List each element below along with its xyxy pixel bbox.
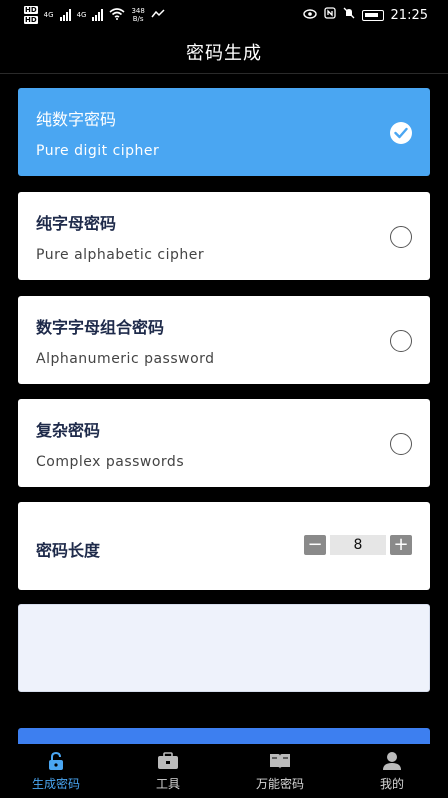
hd-badge-2: HD (24, 16, 38, 24)
clock: 21:25 (390, 7, 428, 23)
usb-icon (151, 8, 165, 22)
status-left: HD HD 4G 4G 348 B/s (24, 5, 165, 25)
radio-icon[interactable] (390, 330, 412, 352)
network-speed: 348 B/s (131, 7, 145, 23)
net-label-2: 4G (76, 11, 87, 19)
option-subtitle: Alphanumeric password (36, 351, 215, 367)
option-subtitle: Complex passwords (36, 454, 185, 470)
password-output[interactable] (18, 604, 430, 692)
hd-badges: HD HD (24, 5, 38, 25)
option-subtitle: Pure alphabetic cipher (36, 247, 205, 263)
mute-icon (343, 7, 355, 23)
signal-icon (59, 9, 71, 21)
tab-label: 生成密码 (31, 776, 80, 791)
tab-label: 万能密码 (255, 776, 304, 791)
option-title: 纯字母密码 (36, 214, 117, 233)
title-bar: 密码生成 (0, 30, 448, 74)
status-bar: HD HD 4G 4G 348 B/s 21:25 (0, 0, 448, 30)
battery-icon (361, 9, 384, 21)
radio-icon[interactable] (390, 226, 412, 248)
option-subtitle: Pure digit cipher (36, 143, 160, 159)
option-pure-digit[interactable]: 纯数字密码 Pure digit cipher (18, 88, 430, 176)
net-label-1: 4G (43, 11, 54, 19)
tab-label: 工具 (155, 776, 180, 791)
tab-tools[interactable]: 工具 (112, 744, 224, 798)
password-length-card: 密码长度 − 8 + (18, 502, 430, 590)
book-icon (269, 751, 291, 771)
decrement-button[interactable]: − (304, 535, 326, 555)
page-title: 密码生成 (186, 42, 262, 64)
tab-mine[interactable]: 我的 (336, 744, 448, 798)
option-title: 纯数字密码 (36, 110, 117, 129)
increment-button[interactable]: + (390, 535, 412, 555)
option-pure-alphabetic[interactable]: 纯字母密码 Pure alphabetic cipher (18, 192, 430, 280)
tab-universal-password[interactable]: 万能密码 (224, 744, 336, 798)
option-title: 复杂密码 (36, 421, 101, 440)
option-alphanumeric[interactable]: 数字字母组合密码 Alphanumeric password (18, 296, 430, 384)
user-icon (381, 751, 403, 771)
lock-icon (45, 751, 67, 771)
option-title: 数字字母组合密码 (36, 318, 165, 337)
wifi-icon (109, 7, 125, 23)
radio-icon[interactable] (390, 433, 412, 455)
tab-generate[interactable]: 生成密码 (0, 744, 112, 798)
length-stepper: − 8 + (304, 535, 412, 555)
bottom-tab-bar: 生成密码 工具 万能密码 我的 (0, 744, 448, 798)
hd-badge-1: HD (24, 6, 38, 14)
check-circle-icon[interactable] (390, 122, 412, 144)
signal-icon-2 (92, 9, 104, 21)
tab-label: 我的 (379, 776, 404, 791)
nfc-icon (323, 7, 336, 23)
status-right: 21:25 (302, 7, 428, 23)
length-value[interactable]: 8 (330, 535, 386, 555)
generate-button[interactable] (18, 728, 430, 744)
eye-icon (302, 8, 317, 23)
password-length-label: 密码长度 (36, 541, 101, 560)
option-complex[interactable]: 复杂密码 Complex passwords (18, 399, 430, 487)
toolbox-icon (157, 751, 179, 771)
